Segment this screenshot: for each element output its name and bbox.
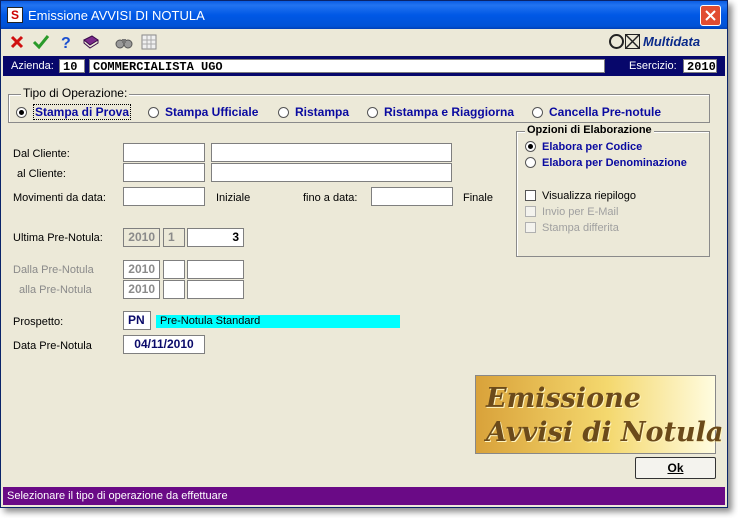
close-icon bbox=[705, 10, 716, 21]
prospetto-label: Prospetto: bbox=[13, 316, 64, 328]
radio-icon bbox=[148, 107, 159, 118]
fino-a-data-input[interactable] bbox=[371, 187, 453, 206]
cancel-icon[interactable] bbox=[7, 32, 27, 52]
operation-legend: Tipo di Operazione: bbox=[21, 86, 130, 100]
radio-icon bbox=[525, 157, 536, 168]
title-bar: S Emissione AVVISI DI NOTULA bbox=[1, 1, 727, 29]
banner-text: Emissione Avvisi di Notula bbox=[486, 382, 723, 450]
checkbox-invio-email: Invio per E-Mail bbox=[525, 206, 618, 218]
confirm-icon[interactable] bbox=[31, 32, 51, 52]
brand-name: Multidata bbox=[643, 34, 701, 49]
al-cliente-name-input[interactable] bbox=[211, 163, 452, 182]
dalla-number-input[interactable] bbox=[187, 260, 244, 279]
alla-number-input[interactable] bbox=[187, 280, 244, 299]
checkbox-icon bbox=[525, 206, 536, 217]
banner-line-2: Avvisi di Notula bbox=[486, 417, 724, 448]
status-bar: Selezionare il tipo di operazione da eff… bbox=[3, 487, 725, 505]
radio-cancella-pre-notule[interactable]: Cancella Pre-notule bbox=[532, 105, 661, 119]
alla-series-input[interactable] bbox=[163, 280, 185, 299]
movimenti-da-data-input[interactable] bbox=[123, 187, 205, 206]
radio-checked-icon bbox=[525, 141, 536, 152]
binoculars-icon[interactable] bbox=[114, 32, 134, 52]
dal-cliente-code-input[interactable] bbox=[123, 143, 205, 162]
finale-label: Finale bbox=[463, 192, 493, 204]
radio-checked-icon bbox=[16, 107, 27, 118]
checkbox-stampa-differita: Stampa differita bbox=[525, 222, 619, 234]
prospetto-description: Pre-Notula Standard bbox=[156, 315, 400, 328]
radio-icon bbox=[278, 107, 289, 118]
data-pre-notula-label: Data Pre-Notula bbox=[13, 340, 92, 352]
checkbox-icon bbox=[525, 222, 536, 233]
dal-cliente-label: Dal Cliente: bbox=[13, 148, 70, 160]
dalla-pre-notula-label: Dalla Pre-Notula bbox=[13, 264, 94, 276]
radio-stampa-di-prova[interactable]: Stampa di Prova bbox=[16, 104, 132, 120]
alla-year-input[interactable]: 2010 bbox=[123, 280, 160, 299]
book-icon[interactable] bbox=[81, 32, 101, 52]
al-cliente-code-input[interactable] bbox=[123, 163, 205, 182]
window-title: Emissione AVVISI DI NOTULA bbox=[28, 8, 205, 23]
al-cliente-label: al Cliente: bbox=[17, 168, 66, 180]
movimenti-da-data-label: Movimenti da data: bbox=[13, 192, 106, 204]
ultima-pre-notula-label: Ultima Pre-Notula: bbox=[13, 232, 103, 244]
checkbox-visualizza-riepilogo[interactable]: Visualizza riepilogo bbox=[525, 190, 636, 202]
title-banner: Emissione Avvisi di Notula bbox=[475, 375, 723, 454]
logo-circle-icon bbox=[609, 34, 624, 49]
svg-text:?: ? bbox=[61, 35, 71, 52]
iniziale-label: Iniziale bbox=[216, 192, 251, 204]
options-legend: Opzioni di Elaborazione bbox=[525, 124, 654, 136]
radio-icon bbox=[367, 107, 378, 118]
dalla-year-input[interactable]: 2010 bbox=[123, 260, 160, 279]
ok-button[interactable]: Ok bbox=[635, 457, 716, 479]
toolbar: ? Multidata bbox=[1, 29, 727, 55]
close-button[interactable] bbox=[700, 5, 721, 26]
banner-line-1: Emissione bbox=[486, 383, 641, 414]
grid-icon[interactable] bbox=[139, 32, 159, 52]
help-icon[interactable]: ? bbox=[56, 32, 76, 52]
dalla-series-input[interactable] bbox=[163, 260, 185, 279]
company-name: COMMERCIALISTA UGO bbox=[89, 59, 605, 74]
ultima-series-field: 1 bbox=[163, 228, 185, 247]
fino-a-data-label: fino a data: bbox=[303, 192, 358, 204]
main-window: S Emissione AVVISI DI NOTULA ? Multidata… bbox=[0, 0, 728, 508]
dal-cliente-name-input[interactable] bbox=[211, 143, 452, 162]
radio-ristampa-riaggiorna[interactable]: Ristampa e Riaggiorna bbox=[367, 105, 514, 119]
radio-ristampa[interactable]: Ristampa bbox=[278, 105, 349, 119]
radio-stampa-ufficiale[interactable]: Stampa Ufficiale bbox=[148, 105, 258, 119]
ultima-number-field: 3 bbox=[187, 228, 244, 247]
app-icon: S bbox=[7, 7, 23, 23]
company-label: Azienda: bbox=[11, 60, 54, 72]
year-label: Esercizio: bbox=[629, 60, 677, 72]
brand-logo: Multidata bbox=[609, 32, 719, 52]
radio-elabora-codice[interactable]: Elabora per Codice bbox=[525, 141, 642, 153]
company-bar: Azienda: 10 COMMERCIALISTA UGO Esercizio… bbox=[3, 56, 725, 76]
prospetto-code-input[interactable]: PN bbox=[123, 311, 151, 330]
checkbox-icon bbox=[525, 190, 536, 201]
alla-pre-notula-label: alla Pre-Notula bbox=[19, 284, 92, 296]
company-code: 10 bbox=[59, 59, 85, 74]
logo-x-icon bbox=[625, 34, 640, 49]
radio-icon bbox=[532, 107, 543, 118]
radio-elabora-denominazione[interactable]: Elabora per Denominazione bbox=[525, 157, 687, 169]
ultima-year-field: 2010 bbox=[123, 228, 160, 247]
year-value: 2010 bbox=[683, 59, 717, 74]
data-pre-notula-input[interactable]: 04/11/2010 bbox=[123, 335, 205, 354]
